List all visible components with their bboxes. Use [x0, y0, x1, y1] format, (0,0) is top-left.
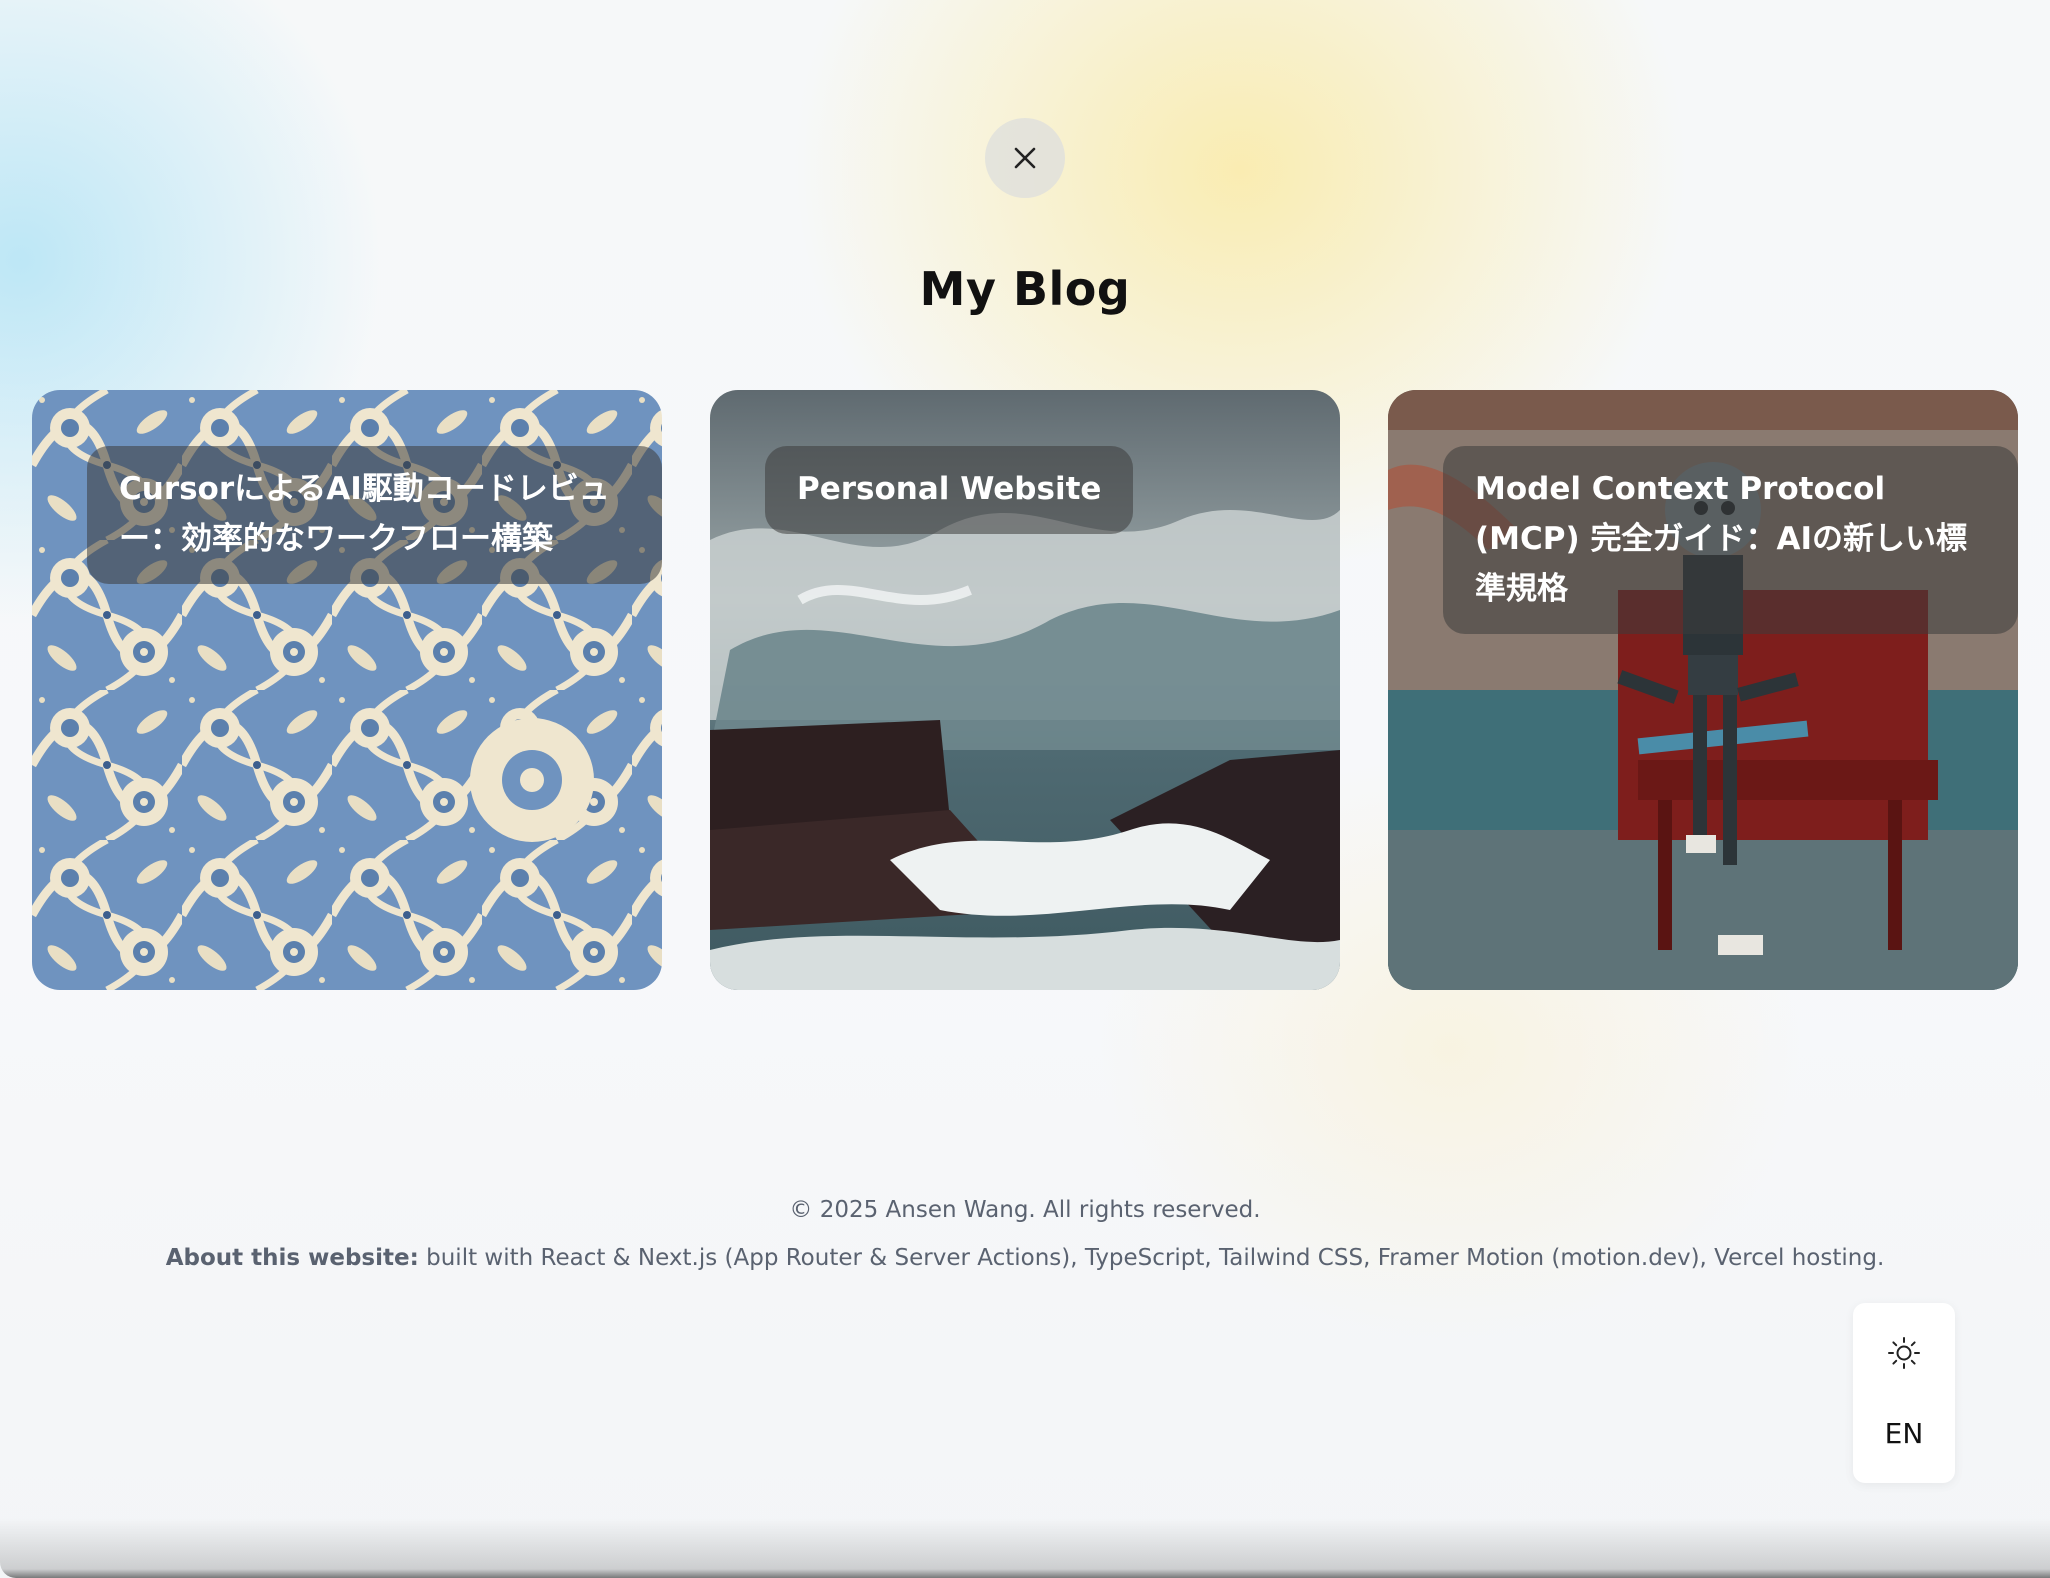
card-title: Personal Website: [797, 471, 1102, 507]
settings-panel: EN: [1853, 1303, 1955, 1483]
theme-toggle-button[interactable]: [1874, 1323, 1934, 1383]
footer-about: About this website: built with React & N…: [0, 1245, 2050, 1271]
blog-card[interactable]: Model Context Protocol (MCP) 完全ガイド：AIの新し…: [1388, 390, 2018, 990]
close-icon: [1014, 147, 1036, 169]
blog-card[interactable]: CursorによるAI駆動コードレビュー：効率的なワークフロー構築: [32, 390, 662, 990]
window-bottom-edge: [0, 1518, 2050, 1578]
footer-copyright: © 2025 Ansen Wang. All rights reserved.: [789, 1197, 1261, 1223]
sun-icon: [1888, 1337, 1920, 1369]
blog-card[interactable]: Personal Website: [710, 390, 1340, 990]
language-toggle-button[interactable]: EN: [1864, 1403, 1944, 1463]
card-title-badge: CursorによるAI駆動コードレビュー：効率的なワークフロー構築: [87, 446, 662, 584]
card-title-badge: Personal Website: [765, 446, 1134, 534]
card-title: CursorによるAI駆動コードレビュー：効率的なワークフロー構築: [119, 471, 610, 557]
footer-about-label: About this website:: [165, 1245, 419, 1271]
footer-about-text: built with React & Next.js (App Router &…: [418, 1245, 1885, 1271]
card-title: Model Context Protocol (MCP) 完全ガイド：AIの新し…: [1475, 471, 1967, 607]
blog-post-grid: CursorによるAI駆動コードレビュー：効率的なワークフロー構築 Person…: [32, 390, 2018, 990]
close-button[interactable]: [985, 118, 1065, 198]
page-title: My Blog: [919, 262, 1131, 316]
card-title-badge: Model Context Protocol (MCP) 完全ガイド：AIの新し…: [1443, 446, 2018, 634]
